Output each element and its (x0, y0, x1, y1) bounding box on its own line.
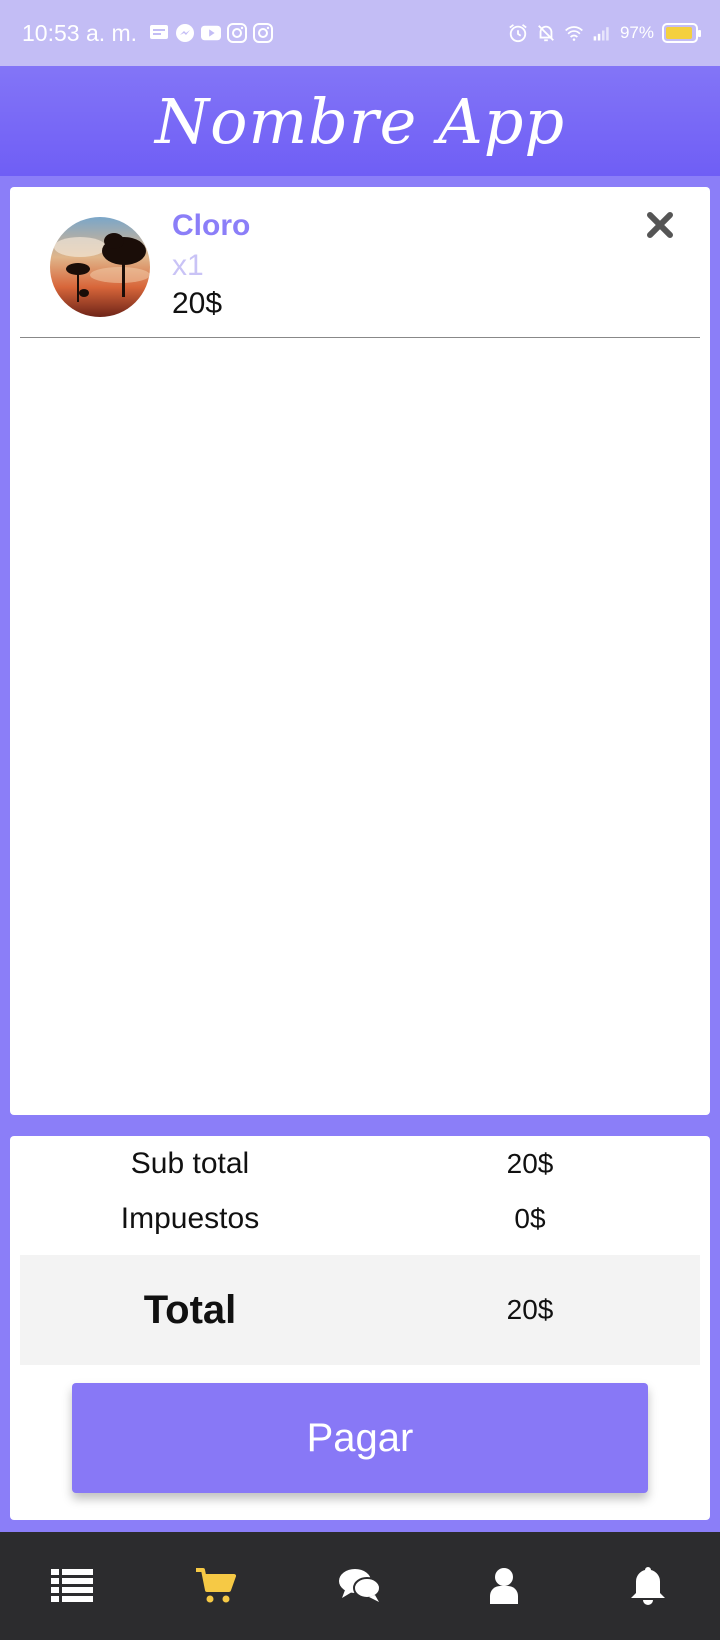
notifications-muted-icon (536, 23, 556, 43)
product-quantity: x1 (172, 249, 204, 282)
instagram-notification-icon (227, 23, 248, 43)
message-notification-icon (149, 23, 169, 43)
signal-icon (592, 23, 612, 43)
cart-item: Cloro x1 20$ (20, 187, 700, 338)
chat-icon (339, 1569, 381, 1602)
user-icon (490, 1568, 518, 1604)
pay-button[interactable]: Pagar (72, 1383, 648, 1493)
nav-item-cart[interactable] (176, 1546, 256, 1626)
total-row: Total 20$ (20, 1255, 700, 1365)
nav-item-products[interactable] (32, 1546, 112, 1626)
tax-value: 0$ (514, 1203, 546, 1234)
product-name: Cloro (172, 209, 251, 242)
cart-icon (196, 1568, 236, 1603)
bottom-navigation (0, 1532, 720, 1640)
messenger-notification-icon (175, 23, 195, 43)
app-header: Nombre App (0, 66, 720, 176)
subtotal-label: Sub total (130, 1147, 250, 1180)
bell-icon (631, 1567, 665, 1605)
instagram-notification-icon-2 (253, 23, 274, 43)
battery-icon (662, 23, 701, 43)
total-value: 20$ (506, 1294, 554, 1325)
nav-item-chat[interactable] (320, 1546, 400, 1626)
total-label: Total (143, 1287, 237, 1332)
product-price: 20$ (172, 287, 223, 320)
youtube-notification-icon (201, 23, 222, 43)
tax-label: Impuestos (120, 1202, 260, 1235)
order-summary: Sub total 20$ Impuestos 0$ Total 20$ Pag… (10, 1136, 710, 1520)
battery-percentage: 97% (619, 23, 654, 42)
product-thumbnail (50, 217, 150, 317)
cart-panel: Cloro x1 20$ (10, 187, 710, 1115)
nav-item-notifications[interactable] (608, 1546, 688, 1626)
list-icon (51, 1569, 93, 1602)
tax-row: Impuestos 0$ (20, 1192, 700, 1246)
status-bar: 10:53 a. m. 97% (0, 0, 720, 66)
remove-item-button[interactable] (642, 207, 678, 243)
status-time: 10:53 a. m. (22, 19, 138, 46)
nav-item-profile[interactable] (464, 1546, 544, 1626)
wifi-icon (564, 23, 584, 43)
close-icon (647, 212, 673, 238)
alarm-icon (508, 23, 528, 43)
subtotal-value: 20$ (506, 1148, 554, 1179)
subtotal-row: Sub total 20$ (20, 1137, 700, 1191)
app-title: Nombre App (154, 84, 566, 158)
